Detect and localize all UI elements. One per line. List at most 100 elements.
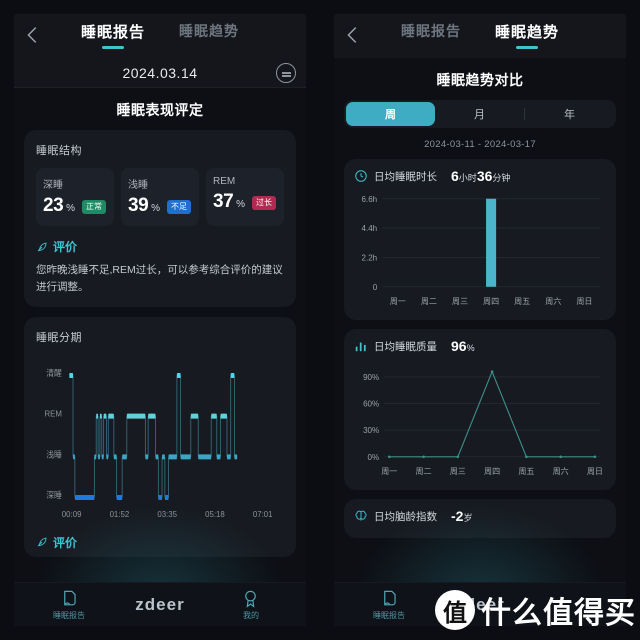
quality-line-chart[interactable]: 0% 30% 60% 90% 周一 周二 周三 周四 周五 周六 周日 <box>354 358 606 484</box>
svg-text:周六: 周六 <box>553 466 569 476</box>
svg-text:清醒: 清醒 <box>46 367 62 377</box>
stat-light-sleep-label: 浅睡 <box>128 180 148 191</box>
left-phone-screen: 睡眠报告 睡眠趋势 2024.03.14 睡眠表现评定 睡眠结构 深睡 23 %… <box>0 0 320 640</box>
evaluation-header: 评价 <box>36 238 284 255</box>
selected-date[interactable]: 2024.03.14 <box>122 65 197 81</box>
report-icon <box>63 590 76 605</box>
stage-evaluation-title: 评价 <box>53 535 78 550</box>
right-topbar: 睡眠报告 睡眠趋势 <box>334 14 626 58</box>
chevron-left-icon[interactable] <box>342 24 364 46</box>
stat-light-sleep[interactable]: 浅睡 39 % 不足 <box>121 168 199 226</box>
week-range-label: 2024-03-11 - 2024-03-17 <box>424 139 536 150</box>
left-topbar: 睡眠报告 睡眠趋势 <box>14 14 306 58</box>
svg-text:30%: 30% <box>363 426 379 435</box>
avg-brain-age-value: -2岁 <box>451 508 473 524</box>
svg-text:深睡: 深睡 <box>46 490 62 499</box>
sleep-structure-title: 睡眠结构 <box>36 145 82 157</box>
leaf-icon <box>37 241 47 251</box>
stat-rem-unit: % <box>236 199 246 210</box>
svg-text:周四: 周四 <box>484 467 500 476</box>
brain-icon <box>355 510 367 521</box>
svg-text:周一: 周一 <box>381 467 397 476</box>
nav-item-sleep-report-label: 睡眠报告 <box>373 610 405 620</box>
left-tab-bar: 睡眠报告 睡眠趋势 <box>81 17 239 55</box>
svg-text:周二: 周二 <box>416 467 432 476</box>
svg-text:周二: 周二 <box>421 297 437 306</box>
left-scroll-area[interactable]: 2024.03.14 睡眠表现评定 睡眠结构 深睡 23 % 正常 浅睡 39 … <box>14 58 306 626</box>
svg-text:REM: REM <box>44 409 62 418</box>
svg-text:周日: 周日 <box>576 297 592 306</box>
watermark-logo: 值 <box>435 590 475 630</box>
avg-sleep-quality-card: 日均睡眠质量 96% 0% 30% 60% 90% 周一 周二 周三 周四 周五 周六 周日 <box>344 329 616 490</box>
profile-icon <box>245 590 257 608</box>
svg-text:周三: 周三 <box>452 297 468 306</box>
tab-active-underline <box>515 46 538 49</box>
segment-year-label: 年 <box>564 109 575 121</box>
svg-text:60%: 60% <box>363 400 379 409</box>
right-tab-bar: 睡眠报告 睡眠趋势 <box>401 17 559 55</box>
svg-text:6.6h: 6.6h <box>362 195 378 204</box>
watermark: 值 什么值得买 <box>435 588 636 632</box>
segment-year[interactable]: 年 <box>525 102 614 126</box>
svg-text:周四: 周四 <box>483 297 499 306</box>
leaf-icon <box>37 537 47 547</box>
bars-icon <box>355 342 366 352</box>
brand-logo: zdeer <box>135 594 185 614</box>
svg-text:03:35: 03:35 <box>157 509 177 518</box>
hypnogram-chart[interactable]: 清醒 REM 浅睡 深睡 00:09 01:52 03:35 05:18 07:01 <box>36 355 284 530</box>
tab-sleep-trend[interactable]: 睡眠趋势 <box>179 21 239 47</box>
svg-text:0%: 0% <box>368 453 380 462</box>
evaluation-text: 您昨晚浅睡不足,REM过长，可以参考综合评价的建议进行调整。 <box>36 264 283 294</box>
stat-deep-sleep[interactable]: 深睡 23 % 正常 <box>36 168 114 226</box>
sleep-stage-title: 睡眠分期 <box>36 331 82 344</box>
evaluation-title: 评价 <box>53 240 78 254</box>
svg-text:周五: 周五 <box>518 467 534 476</box>
date-row: 2024.03.14 <box>14 58 306 88</box>
stat-deep-sleep-value: 23 <box>43 195 64 216</box>
clock-icon <box>355 170 367 182</box>
nav-item-sleep-report[interactable]: 睡眠报告 <box>360 589 418 621</box>
stat-light-sleep-badge: 不足 <box>167 199 192 214</box>
nav-item-sleep-report[interactable]: 睡眠报告 <box>40 589 98 621</box>
tab-sleep-report[interactable]: 睡眠报告 <box>401 21 461 47</box>
nav-item-profile[interactable]: 我的 <box>222 589 280 621</box>
stat-deep-sleep-badge: 正常 <box>82 199 107 214</box>
tab-sleep-trend[interactable]: 睡眠趋势 <box>495 21 559 55</box>
stage-evaluation-header: 评价 <box>36 534 284 551</box>
svg-text:周三: 周三 <box>450 467 466 476</box>
svg-text:周六: 周六 <box>545 296 561 306</box>
stat-deep-sleep-unit: % <box>66 203 76 214</box>
calendar-icon[interactable] <box>276 63 296 83</box>
report-icon <box>383 590 396 605</box>
svg-text:4.4h: 4.4h <box>362 224 378 233</box>
svg-text:0: 0 <box>373 283 378 292</box>
svg-text:浅睡: 浅睡 <box>46 449 62 459</box>
svg-text:00:09: 00:09 <box>62 509 82 518</box>
page-title: 睡眠表现评定 <box>116 102 204 118</box>
stat-rem-label: REM <box>213 176 236 187</box>
tab-sleep-trend-label: 睡眠趋势 <box>494 24 559 41</box>
stat-light-sleep-value: 39 <box>128 195 149 216</box>
segment-week-label: 周 <box>385 109 396 121</box>
right-scroll-area[interactable]: 睡眠趋势对比 周 月 年 2024-03-11 - 2024-03-17 日均睡… <box>334 58 626 626</box>
avg-brain-age-title: 日均脑龄指数 <box>374 510 437 523</box>
svg-text:01:52: 01:52 <box>110 509 130 518</box>
period-segmented-control: 周 月 年 <box>344 100 616 128</box>
segment-week[interactable]: 周 <box>346 102 435 126</box>
svg-text:周五: 周五 <box>514 297 530 306</box>
screenshot-root: 睡眠报告 睡眠趋势 2024.03.14 睡眠表现评定 睡眠结构 深睡 23 %… <box>0 0 640 640</box>
tab-sleep-report[interactable]: 睡眠报告 <box>81 21 145 55</box>
svg-text:05:18: 05:18 <box>205 509 225 518</box>
avg-sleep-quality-title: 日均睡眠质量 <box>374 340 437 353</box>
sleep-structure-card: 睡眠结构 深睡 23 % 正常 浅睡 39 % 不足 REM 37 % 过长 评… <box>24 130 296 307</box>
svg-text:周一: 周一 <box>390 297 406 306</box>
segment-month[interactable]: 月 <box>435 102 524 126</box>
sleep-stage-card: 睡眠分期 清醒 REM 浅睡 深睡 00:09 01:52 03:35 05:18 07:01 … <box>24 316 296 557</box>
svg-text:90%: 90% <box>363 373 379 382</box>
avg-sleep-duration-title: 日均睡眠时长 <box>374 170 437 183</box>
chevron-left-icon[interactable] <box>22 24 44 46</box>
right-phone-screen: 睡眠报告 睡眠趋势 睡眠趋势对比 周 月 年 2024-03-11 - 2024… <box>320 0 640 640</box>
duration-bar-chart[interactable]: 0 2.2h 4.4h 6.6h 周一 周二 周三 周四 周五 周六 周日 <box>354 188 606 314</box>
stat-rem[interactable]: REM 37 % 过长 <box>206 168 284 226</box>
stat-rem-badge: 过长 <box>252 195 277 210</box>
